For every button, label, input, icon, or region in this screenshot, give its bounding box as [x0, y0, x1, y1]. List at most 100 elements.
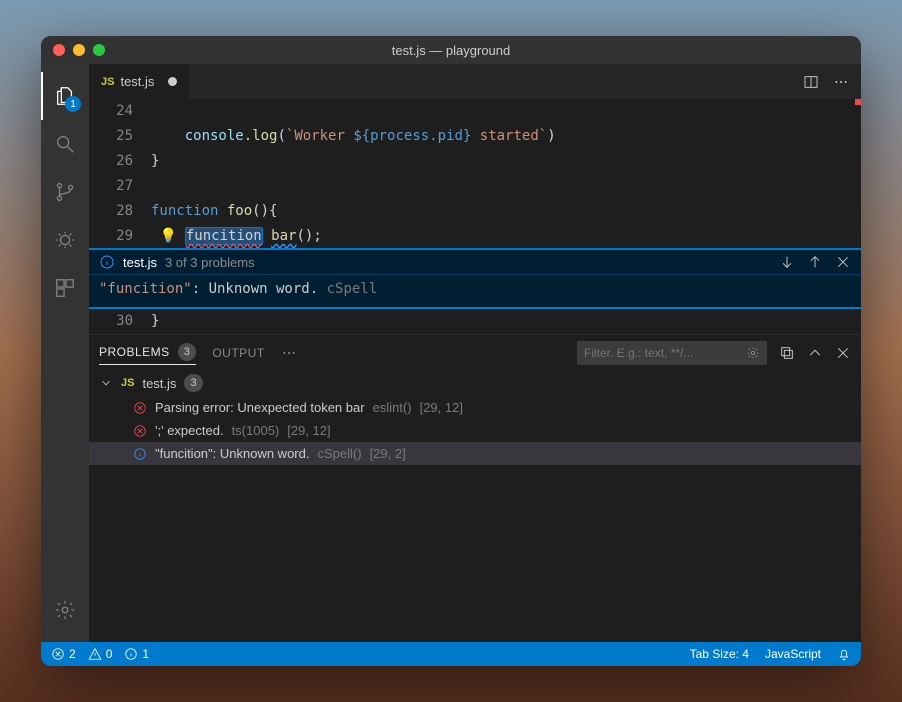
status-tab-size[interactable]: Tab Size: 4	[690, 647, 749, 661]
extensions-icon	[54, 277, 76, 299]
explorer-badge: 1	[65, 96, 81, 112]
code-line[interactable]: }	[151, 309, 861, 334]
tab-problems[interactable]: PROBLEMS 3	[99, 343, 196, 365]
problem-location: [29, 2]	[370, 446, 406, 461]
overview-ruler-error-icon	[855, 99, 861, 105]
bell-icon[interactable]	[837, 647, 851, 661]
bug-icon	[54, 229, 76, 251]
problems-tree[interactable]: JS test.js 3 Parsing error: Unexpected t…	[89, 370, 861, 642]
arrow-down-icon[interactable]	[779, 254, 795, 270]
activity-extensions[interactable]	[41, 264, 89, 312]
problem-message: Parsing error: Unexpected token bar	[155, 400, 365, 415]
tab-output[interactable]: OUTPUT	[212, 346, 264, 360]
title-bar[interactable]: test.js — playground	[41, 36, 861, 64]
code-line[interactable]	[151, 99, 861, 124]
tab-testjs[interactable]: JS test.js	[89, 64, 190, 99]
editor-group: JS test.js 24 25 26 27 28 29	[89, 64, 861, 642]
info-icon	[133, 447, 147, 461]
problem-message: "funcition": Unknown word.	[155, 446, 309, 461]
activity-debug[interactable]	[41, 216, 89, 264]
close-icon[interactable]	[835, 254, 851, 270]
error-icon	[133, 401, 147, 415]
line-number: 26	[89, 149, 133, 174]
problems-file-row[interactable]: JS test.js 3	[89, 370, 861, 396]
tab-label: OUTPUT	[212, 346, 264, 360]
problem-location: [29, 12]	[287, 423, 330, 438]
peek-count: 3 of 3 problems	[165, 255, 255, 270]
info-icon	[124, 647, 138, 661]
status-warnings[interactable]: 0	[88, 647, 113, 661]
line-number: 30	[89, 309, 133, 334]
tab-label: PROBLEMS	[99, 345, 170, 359]
peek-message: "funcition": Unknown word. cSpell	[89, 274, 861, 307]
line-number: 24	[89, 99, 133, 124]
activity-source-control[interactable]	[41, 168, 89, 216]
status-infos[interactable]: 1	[124, 647, 149, 661]
filter-input[interactable]	[577, 341, 767, 365]
arrow-up-icon[interactable]	[807, 254, 823, 270]
dirty-indicator-icon	[168, 77, 177, 86]
activity-settings[interactable]	[41, 586, 89, 634]
code-editor[interactable]: 24 25 26 27 28 29 console.log(`Worker ${…	[89, 99, 861, 249]
tab-bar: JS test.js	[89, 64, 861, 99]
warning-icon	[88, 647, 102, 661]
window-title: test.js — playground	[392, 43, 511, 58]
problem-source: cSpell()	[317, 446, 361, 461]
activity-search[interactable]	[41, 120, 89, 168]
branch-icon	[54, 181, 76, 203]
line-number: 27	[89, 174, 133, 199]
line-number: 29	[89, 224, 133, 249]
peek-header: test.js 3 of 3 problems	[89, 250, 861, 274]
maximize-window-button[interactable]	[93, 44, 105, 56]
code-line[interactable]: }	[151, 149, 861, 174]
window-controls	[53, 44, 105, 56]
more-tabs-icon[interactable]	[281, 345, 297, 361]
problem-location: [29, 12]	[420, 400, 463, 415]
app-window: test.js — playground 1	[41, 36, 861, 666]
problem-message: ';' expected.	[155, 423, 224, 438]
minimize-window-button[interactable]	[73, 44, 85, 56]
problems-file-name: test.js	[142, 376, 176, 391]
line-gutter: 24 25 26 27 28 29	[89, 99, 151, 249]
line-number: 25	[89, 124, 133, 149]
peek-file-name[interactable]: test.js	[123, 255, 157, 270]
code-line[interactable]: console.log(`Worker ${process.pid} start…	[151, 124, 861, 149]
problems-peek-widget: test.js 3 of 3 problems "funcition": Unk…	[89, 249, 861, 308]
js-file-icon: JS	[121, 377, 134, 389]
split-editor-icon[interactable]	[803, 74, 819, 90]
activity-bar: 1	[41, 64, 89, 642]
code-line[interactable]	[151, 174, 861, 199]
gear-icon	[54, 599, 76, 621]
chevron-down-icon	[99, 376, 113, 390]
tab-label: test.js	[120, 74, 154, 89]
status-errors[interactable]: 2	[51, 647, 76, 661]
info-icon	[99, 254, 115, 270]
problem-row-active[interactable]: "funcition": Unknown word. cSpell() [29,…	[89, 442, 861, 465]
line-number: 28	[89, 199, 133, 224]
search-icon	[54, 133, 76, 155]
status-language[interactable]: JavaScript	[765, 647, 821, 661]
collapse-all-icon[interactable]	[779, 345, 795, 361]
problem-row[interactable]: ';' expected. ts(1005) [29, 12]	[89, 419, 861, 442]
activity-explorer[interactable]: 1	[41, 72, 89, 120]
problem-row[interactable]: Parsing error: Unexpected token bar esli…	[89, 396, 861, 419]
panel-tabs: PROBLEMS 3 OUTPUT	[89, 335, 861, 370]
more-actions-icon[interactable]	[833, 74, 849, 90]
code-line[interactable]: function foo(){	[151, 199, 861, 224]
code-line-active[interactable]: 💡funcition bar();	[151, 224, 861, 249]
filter-text-field[interactable]	[584, 346, 740, 360]
problems-count-badge: 3	[178, 343, 197, 361]
lightbulb-icon[interactable]: 💡	[159, 228, 176, 244]
close-panel-icon[interactable]	[835, 345, 851, 361]
chevron-up-icon[interactable]	[807, 345, 823, 361]
status-bar: 2 0 1 Tab Size: 4 JavaScript	[41, 642, 861, 666]
close-window-button[interactable]	[53, 44, 65, 56]
problem-source: ts(1005)	[232, 423, 280, 438]
filter-settings-icon[interactable]	[746, 346, 760, 360]
error-icon	[51, 647, 65, 661]
code-editor-continued[interactable]: 30 }	[89, 308, 861, 334]
problem-source: eslint()	[373, 400, 412, 415]
bottom-panel: PROBLEMS 3 OUTPUT	[89, 334, 861, 642]
error-icon	[133, 424, 147, 438]
js-file-icon: JS	[101, 76, 114, 88]
